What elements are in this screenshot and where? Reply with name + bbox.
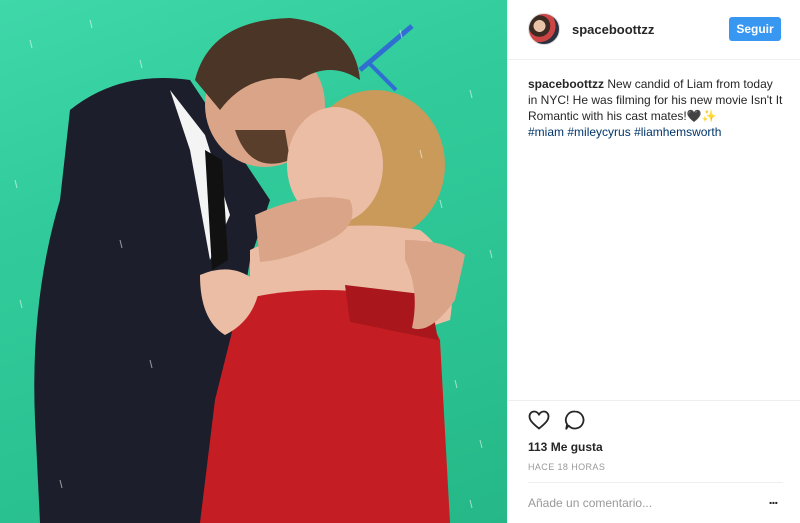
post-caption: spaceboottzz New candid of Liam from tod… (528, 76, 784, 140)
comment-bar: ... (528, 482, 783, 523)
hashtag-mileycyrus[interactable]: #mileycyrus (567, 125, 630, 139)
post-photo-illustration (14, 18, 493, 523)
comment-icon[interactable] (563, 408, 587, 432)
tracking-marker (358, 24, 414, 72)
profile-avatar[interactable] (528, 13, 560, 45)
post-image[interactable] (0, 0, 507, 523)
hashtag-liamhemsworth[interactable]: #liamhemsworth (634, 125, 721, 139)
header-username[interactable]: spaceboottzz (572, 22, 654, 37)
post-timestamp[interactable]: HACE 18 HORAS (528, 462, 605, 472)
more-options-icon[interactable]: ... (763, 491, 783, 511)
post-sidebar: spaceboottzz Seguir spaceboottzz New can… (507, 0, 800, 523)
heart-icon[interactable] (527, 408, 551, 432)
tracking-marker (368, 62, 398, 92)
comment-input[interactable] (528, 493, 748, 513)
post-header: spaceboottzz Seguir (508, 0, 800, 60)
hashtag-miam[interactable]: #miam (528, 125, 564, 139)
follow-button[interactable]: Seguir (729, 17, 781, 41)
caption-username[interactable]: spaceboottzz (528, 77, 604, 91)
likes-count[interactable]: 113 Me gusta (528, 440, 603, 454)
